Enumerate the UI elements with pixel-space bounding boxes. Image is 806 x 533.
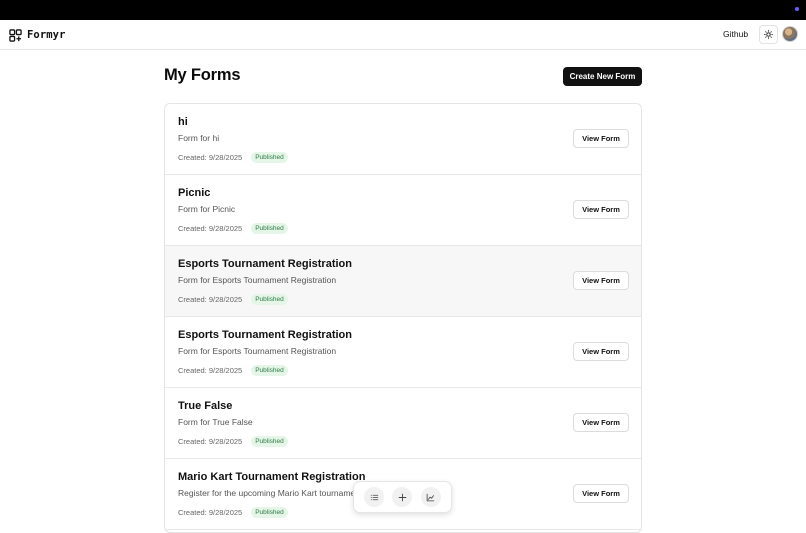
form-card[interactable]: hi Form for hi Created: 9/28/2025 Publis… xyxy=(165,104,641,175)
form-meta: Created: 9/28/2025 Published xyxy=(178,436,288,447)
form-description: Form for True False xyxy=(178,417,253,427)
form-title: Mario Kart Tournament Registration xyxy=(178,471,366,483)
form-title: Picnic xyxy=(178,187,211,199)
status-badge: Published xyxy=(251,223,288,234)
view-form-button[interactable]: View Form xyxy=(573,342,629,361)
app-header: Formyr Github xyxy=(0,20,806,50)
user-avatar[interactable] xyxy=(782,26,798,42)
brand-logo[interactable]: Formyr xyxy=(9,27,66,43)
created-date: Created: 9/28/2025 xyxy=(178,295,243,304)
create-form-button[interactable]: Create New Form xyxy=(563,67,642,86)
plus-icon xyxy=(398,493,407,501)
status-badge: Published xyxy=(251,152,288,163)
created-date: Created: 9/28/2025 xyxy=(178,366,243,375)
form-list: hi Form for hi Created: 9/28/2025 Publis… xyxy=(164,103,642,533)
github-link[interactable]: Github xyxy=(723,29,748,39)
list-icon xyxy=(370,494,378,500)
form-description: Form for Picnic xyxy=(178,204,236,214)
form-description: Form for Esports Tournament Registration xyxy=(178,346,337,356)
form-meta: Created: 9/28/2025 Published xyxy=(178,365,288,376)
sun-icon xyxy=(764,30,773,39)
form-title: Esports Tournament Registration xyxy=(178,329,352,341)
created-date: Created: 9/28/2025 xyxy=(178,153,243,162)
floating-toolbar xyxy=(353,481,452,513)
view-form-button[interactable]: View Form xyxy=(573,200,629,219)
status-badge: Published xyxy=(251,436,288,447)
created-date: Created: 9/28/2025 xyxy=(178,224,243,233)
status-dot xyxy=(795,7,799,11)
status-badge: Published xyxy=(251,294,288,305)
brand-name: Formyr xyxy=(27,29,66,41)
status-badge: Published xyxy=(251,507,288,518)
form-title: Esports Tournament Registration xyxy=(178,258,352,270)
form-card[interactable]: True False Form for True False Created: … xyxy=(165,388,641,459)
form-card[interactable]: Esports Tournament Registration Form for… xyxy=(165,246,641,317)
theme-toggle-button[interactable] xyxy=(759,25,778,44)
form-card[interactable]: Picnic Form for Picnic Created: 9/28/202… xyxy=(165,175,641,246)
form-title: True False xyxy=(178,400,233,412)
form-description: Form for hi xyxy=(178,133,220,143)
form-meta: Created: 9/28/2025 Published xyxy=(178,507,288,518)
status-badge: Published xyxy=(251,365,288,376)
created-date: Created: 9/28/2025 xyxy=(178,437,243,446)
view-form-button[interactable]: View Form xyxy=(573,271,629,290)
form-title: hi xyxy=(178,116,188,128)
list-button[interactable] xyxy=(364,487,385,507)
form-meta: Created: 9/28/2025 Published xyxy=(178,152,288,163)
view-form-button[interactable]: View Form xyxy=(573,413,629,432)
form-grid-icon xyxy=(9,28,22,42)
page-title: My Forms xyxy=(164,66,241,84)
form-description: Form for Esports Tournament Registration xyxy=(178,275,337,285)
form-description: Register for the upcoming Mario Kart tou… xyxy=(178,488,363,498)
form-meta: Created: 9/28/2025 Published xyxy=(178,294,288,305)
view-form-button[interactable]: View Form xyxy=(573,129,629,148)
form-card[interactable]: Esports Tournament Registration Form for… xyxy=(165,317,641,388)
view-form-button[interactable]: View Form xyxy=(573,484,629,503)
system-top-bar xyxy=(0,0,806,20)
form-meta: Created: 9/28/2025 Published xyxy=(178,223,288,234)
add-button[interactable] xyxy=(392,487,413,507)
created-date: Created: 9/28/2025 xyxy=(178,508,243,517)
analytics-button[interactable] xyxy=(420,487,441,507)
chart-icon xyxy=(427,493,435,501)
